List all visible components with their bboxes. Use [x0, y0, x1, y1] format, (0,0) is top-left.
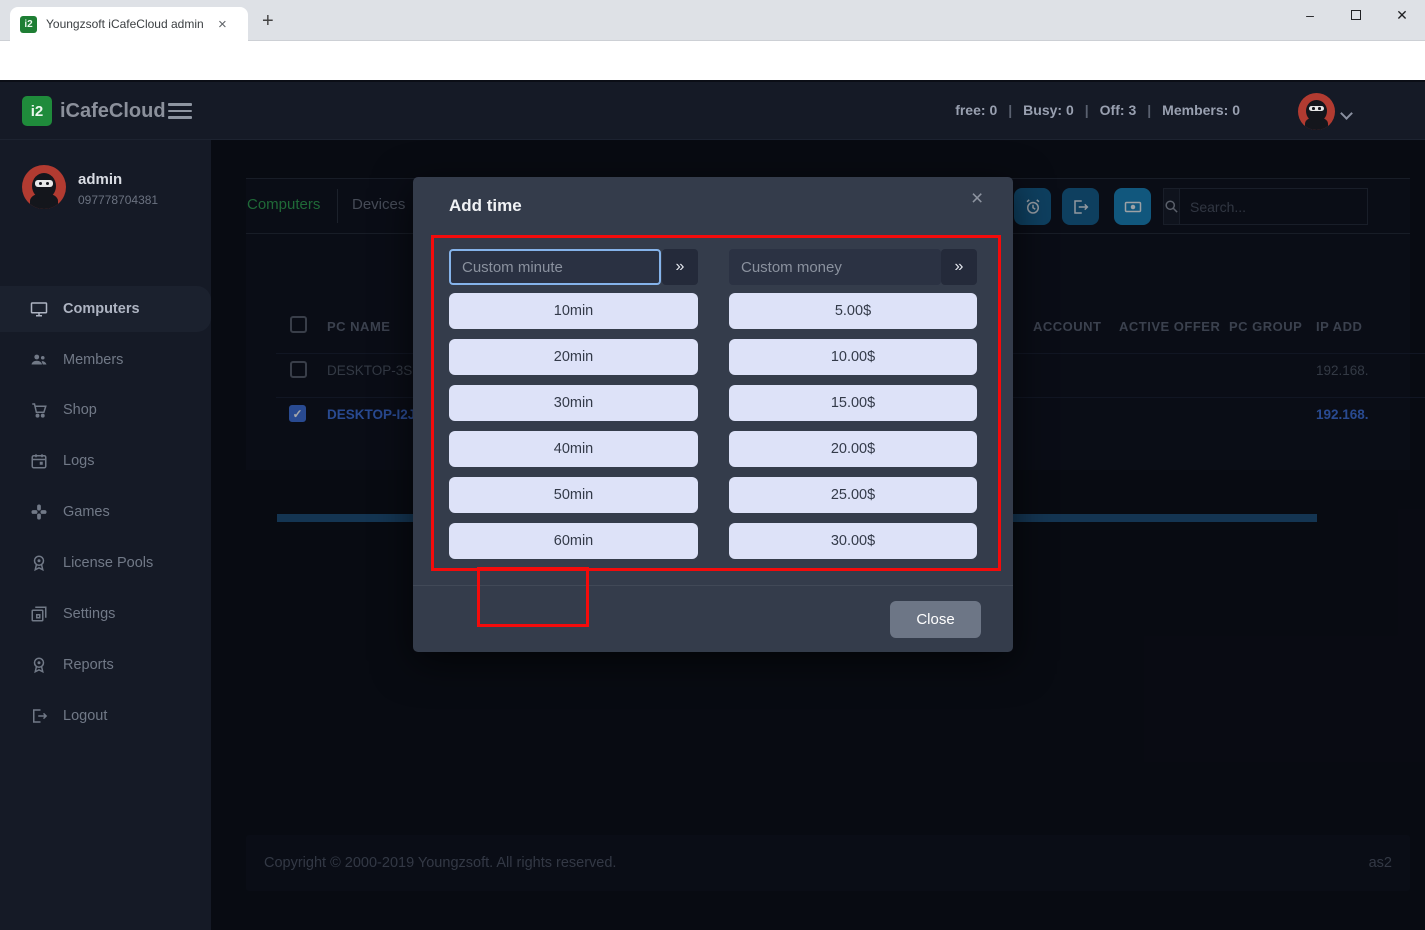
- cart-icon: [30, 401, 48, 419]
- modal-footer: Close: [413, 585, 1013, 652]
- monitor-icon: [30, 300, 48, 318]
- gamepad-icon: [30, 503, 48, 521]
- tab-title: Youngzsoft iCafeCloud admin: [46, 17, 214, 31]
- sidebar-item-label: License Pools: [63, 555, 153, 571]
- add-time-modal: Add time × » » 10min 20min 30min 40min 5…: [413, 177, 1013, 652]
- browser-tab[interactable]: i2 Youngzsoft iCafeCloud admin ×: [10, 7, 248, 41]
- money-submit-button[interactable]: »: [941, 249, 977, 285]
- logo-text: iCafeCloud: [60, 100, 166, 123]
- browser-toolbar: ← → ⟳ as2.icafecloud.com/root.php#main ☆…: [0, 41, 1425, 80]
- logout-icon: [30, 707, 48, 725]
- screen: i2 Youngzsoft iCafeCloud admin × + – ✕ ←…: [0, 0, 1425, 930]
- window-controls: – ✕: [1287, 0, 1425, 30]
- sidebar-item-license-pools[interactable]: License Pools: [0, 540, 211, 586]
- user-avatar[interactable]: [1298, 93, 1335, 130]
- stat-separator: |: [1085, 102, 1089, 118]
- minimize-button[interactable]: –: [1287, 0, 1333, 30]
- sidebar-item-reports[interactable]: Reports: [0, 642, 211, 688]
- minute-option-button[interactable]: 60min: [449, 523, 698, 559]
- modal-close-icon[interactable]: ×: [971, 187, 983, 211]
- sidebar-item-logout[interactable]: Logout: [0, 693, 211, 739]
- stat-separator: |: [1147, 102, 1151, 118]
- minute-option-button[interactable]: 40min: [449, 431, 698, 467]
- sidebar-item-label: Members: [63, 352, 123, 368]
- award-icon: [30, 554, 48, 572]
- layers-icon: [30, 605, 48, 623]
- tab-close-icon[interactable]: ×: [218, 16, 227, 33]
- sidebar-item-label: Settings: [63, 606, 115, 622]
- sidebar-item-label: Logout: [63, 708, 107, 724]
- stat-value: 0: [1066, 102, 1074, 118]
- annotation-rect-close: [477, 567, 589, 627]
- money-option-button[interactable]: 30.00$: [729, 523, 977, 559]
- status-counters: free: 0 | Busy: 0 | Off: 3 | Members: 0: [955, 102, 1240, 118]
- sidebar-item-shop[interactable]: Shop: [0, 387, 211, 433]
- maximize-button[interactable]: [1333, 0, 1379, 30]
- stat-label: Busy:: [1023, 102, 1062, 118]
- sidebar-item-logs[interactable]: Logs: [0, 438, 211, 484]
- minute-option-button[interactable]: 30min: [449, 385, 698, 421]
- sidebar-item-label: Games: [63, 504, 110, 520]
- sidebar-item-label: Logs: [63, 453, 94, 469]
- chevron-down-icon[interactable]: [1340, 107, 1353, 120]
- favicon: i2: [20, 16, 37, 33]
- stat-label: Members:: [1162, 102, 1228, 118]
- stat-label: free:: [955, 102, 985, 118]
- stat-value: 3: [1128, 102, 1136, 118]
- icafecloud-logo-icon: i2: [22, 96, 52, 126]
- profile-name: admin: [78, 171, 122, 188]
- stat-value: 0: [1232, 102, 1240, 118]
- app-page: i2 iCafeCloud free: 0 | Busy: 0 | Off: 3…: [0, 80, 1425, 930]
- app-header: i2 iCafeCloud free: 0 | Busy: 0 | Off: 3…: [0, 82, 1425, 140]
- money-option-button[interactable]: 15.00$: [729, 385, 977, 421]
- profile-phone: 097778704381: [78, 193, 158, 207]
- stat-separator: |: [1008, 102, 1012, 118]
- calendar-icon: [30, 452, 48, 470]
- sidebar-item-settings[interactable]: Settings: [0, 591, 211, 637]
- money-option-button[interactable]: 25.00$: [729, 477, 977, 513]
- sidebar-item-members[interactable]: Members: [0, 337, 211, 383]
- close-button[interactable]: Close: [890, 601, 981, 638]
- sidebar-item-label: Reports: [63, 657, 114, 673]
- members-icon: [30, 351, 48, 369]
- money-option-button[interactable]: 5.00$: [729, 293, 977, 329]
- window-close-button[interactable]: ✕: [1379, 0, 1425, 30]
- money-option-button[interactable]: 20.00$: [729, 431, 977, 467]
- money-option-button[interactable]: 10.00$: [729, 339, 977, 375]
- sidebar-item-computers[interactable]: Computers: [0, 286, 211, 332]
- minute-option-button[interactable]: 10min: [449, 293, 698, 329]
- sidebar-item-games[interactable]: Games: [0, 489, 211, 535]
- hamburger-menu-icon[interactable]: [168, 103, 192, 119]
- browser-tabstrip: i2 Youngzsoft iCafeCloud admin × + – ✕: [0, 0, 1425, 41]
- maximize-icon: [1351, 10, 1361, 20]
- sidebar-item-label: Shop: [63, 402, 97, 418]
- new-tab-button[interactable]: +: [262, 10, 274, 33]
- stat-value: 0: [989, 102, 997, 118]
- stat-label: Off:: [1100, 102, 1125, 118]
- report-badge-icon: [30, 656, 48, 674]
- custom-money-input[interactable]: [729, 249, 941, 285]
- profile-avatar: [22, 165, 66, 209]
- minute-option-button[interactable]: 50min: [449, 477, 698, 513]
- minute-submit-button[interactable]: »: [662, 249, 698, 285]
- minute-option-button[interactable]: 20min: [449, 339, 698, 375]
- sidebar-item-label: Computers: [63, 301, 140, 317]
- custom-minute-input[interactable]: [449, 249, 661, 285]
- modal-title: Add time: [449, 196, 522, 216]
- sidebar: admin 097778704381 Computers Members Sho…: [0, 140, 211, 930]
